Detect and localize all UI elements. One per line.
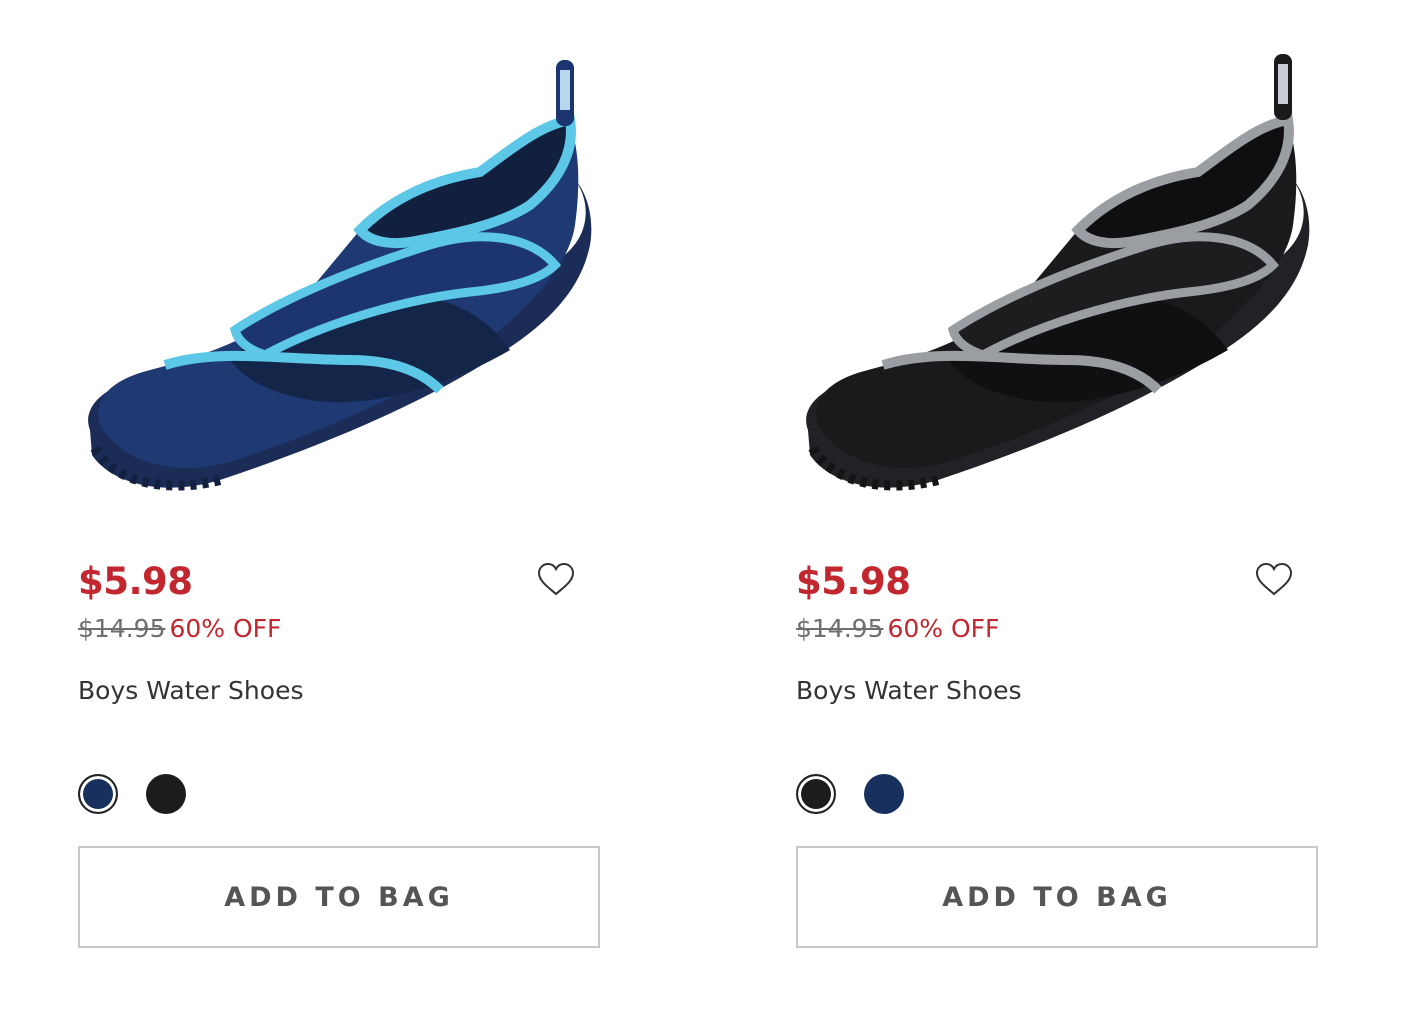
swatch-navy[interactable] <box>864 774 904 814</box>
add-to-bag-button[interactable]: ADD TO BAG <box>796 846 1318 948</box>
discount-label: 60% OFF <box>887 614 1000 643</box>
product-image[interactable] <box>788 30 1328 520</box>
water-shoe-navy-image <box>88 60 592 491</box>
product-grid: $5.98 $14.95 60% OFF Boys Water Shoes ADD… <box>0 0 1402 1026</box>
original-price: $14.95 <box>78 614 166 643</box>
water-shoe-black-image <box>806 54 1310 491</box>
sale-price: $5.98 <box>796 560 911 603</box>
swatch-black[interactable] <box>146 774 186 814</box>
product-image[interactable] <box>70 30 610 520</box>
product-card: $5.98 $14.95 60% OFF Boys Water Shoes ADD… <box>796 0 1320 1000</box>
sale-price: $5.98 <box>78 560 193 603</box>
wishlist-button[interactable] <box>1254 560 1294 600</box>
product-name[interactable]: Boys Water Shoes <box>78 676 303 705</box>
wishlist-button[interactable] <box>536 560 576 600</box>
heart-icon <box>537 562 575 596</box>
original-price: $14.95 <box>796 614 884 643</box>
swatch-navy[interactable] <box>78 774 118 814</box>
product-card: $5.98 $14.95 60% OFF Boys Water Shoes ADD… <box>78 0 602 1000</box>
add-to-bag-button[interactable]: ADD TO BAG <box>78 846 600 948</box>
heart-icon <box>1255 562 1293 596</box>
price-details: $14.95 60% OFF <box>78 614 281 643</box>
swatch-black[interactable] <box>796 774 836 814</box>
price-details: $14.95 60% OFF <box>796 614 999 643</box>
product-name[interactable]: Boys Water Shoes <box>796 676 1021 705</box>
discount-label: 60% OFF <box>169 614 282 643</box>
